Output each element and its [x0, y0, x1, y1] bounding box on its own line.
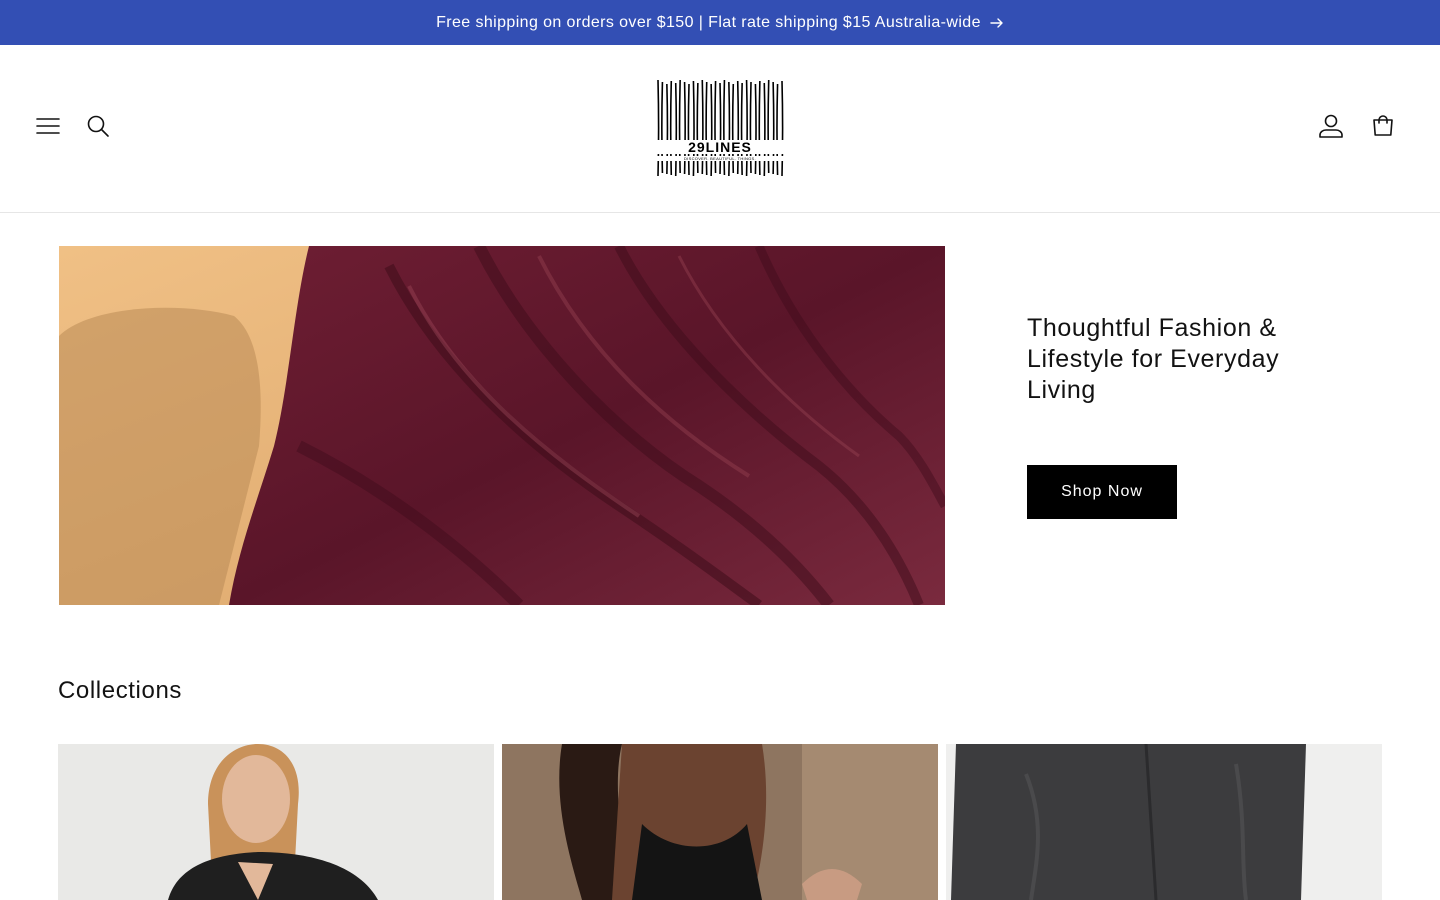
- search-button[interactable]: [76, 106, 120, 150]
- collection-image: [946, 744, 1382, 900]
- menu-button[interactable]: [26, 106, 70, 150]
- collection-card[interactable]: [58, 744, 494, 900]
- collection-card[interactable]: [946, 744, 1382, 900]
- collections-heading: Collections: [58, 677, 182, 704]
- collection-image: [58, 744, 494, 900]
- search-icon: [86, 114, 110, 143]
- logo-tagline: DISCOVER. BEAUTIFUL. THINGS.: [654, 156, 786, 161]
- announcement-bar[interactable]: Free shipping on orders over $150 | Flat…: [0, 0, 1440, 45]
- shopping-bag-icon: [1371, 114, 1395, 143]
- logo-wordmark: 29LINES: [654, 140, 786, 154]
- hero-image: [59, 246, 945, 605]
- arrow-right-icon: [990, 16, 1004, 30]
- announcement-text: Free shipping on orders over $150 | Flat…: [436, 13, 981, 31]
- site-logo[interactable]: 29LINES DISCOVER. BEAUTIFUL. THINGS.: [654, 78, 786, 180]
- collection-image: [502, 744, 938, 900]
- collection-card[interactable]: [502, 744, 938, 900]
- account-button[interactable]: [1309, 106, 1353, 150]
- user-icon: [1318, 113, 1344, 144]
- site-header: 29LINES DISCOVER. BEAUTIFUL. THINGS.: [0, 45, 1440, 213]
- cart-button[interactable]: [1361, 106, 1405, 150]
- hamburger-menu-icon: [36, 114, 60, 143]
- hero-heading: Thoughtful Fashion & Lifestyle for Every…: [1027, 314, 1280, 404]
- shop-now-button[interactable]: Shop Now: [1027, 465, 1177, 519]
